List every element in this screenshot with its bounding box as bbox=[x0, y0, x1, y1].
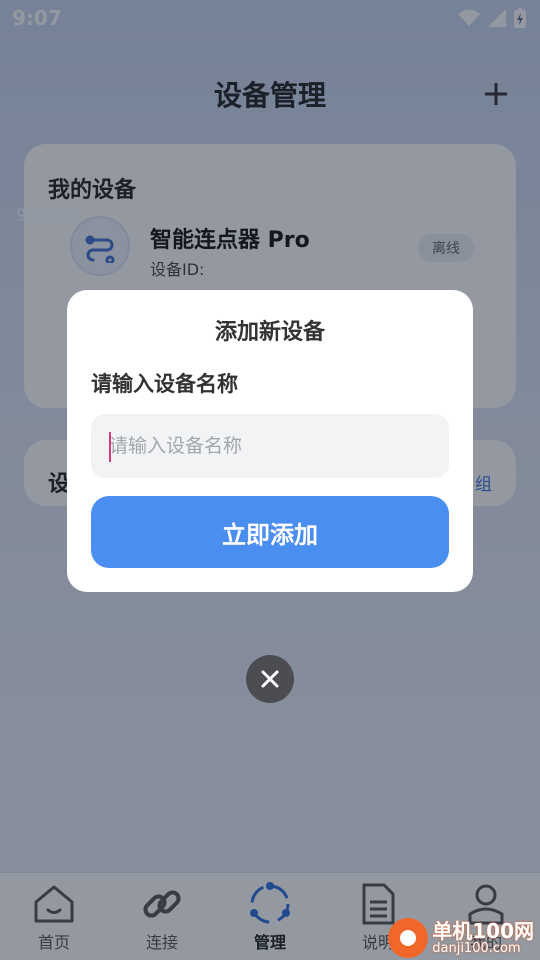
watermark-url: danji100.com bbox=[432, 940, 521, 956]
close-dialog-button[interactable] bbox=[246, 655, 294, 703]
device-id-value: 986a54 bbox=[16, 206, 81, 226]
dialog-title: 添加新设备 bbox=[214, 320, 325, 345]
add-now-button[interactable]: 立即添加 bbox=[91, 496, 449, 568]
close-icon bbox=[261, 670, 279, 688]
device-name-input[interactable] bbox=[91, 414, 449, 478]
watermark-text: 单机100网 danji100.com bbox=[432, 918, 534, 956]
text-caret bbox=[109, 432, 111, 462]
add-device-dialog: 添加新设备 请输入设备名称 立即添加 bbox=[67, 290, 473, 592]
watermark-brand: 单机100网 bbox=[432, 918, 534, 943]
device-management-screen: 9:07 设备管理 我的设备 智能连点器 Pro 设备ID: 离线 986a54… bbox=[0, 0, 540, 960]
device-name-label: 请输入设备名称 bbox=[91, 372, 238, 396]
watermark-logo-icon bbox=[388, 918, 429, 958]
watermark: 单机100网 danji100.com bbox=[388, 918, 534, 958]
